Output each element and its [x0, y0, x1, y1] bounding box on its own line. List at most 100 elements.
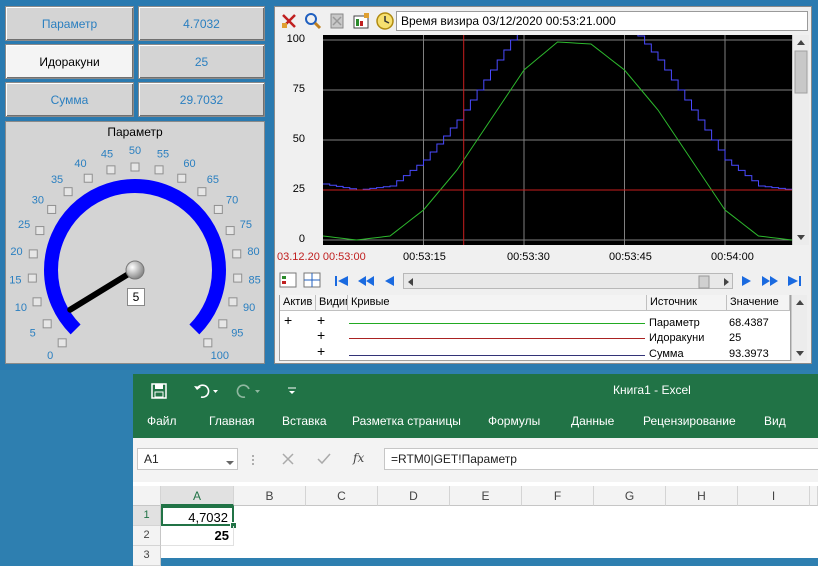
gauge-scale-label: 50 — [129, 145, 141, 157]
menu-home[interactable]: Главная — [209, 414, 255, 428]
gauge-value-display: 5 — [127, 288, 145, 306]
column-header[interactable]: A — [161, 486, 234, 506]
menu-data[interactable]: Данные — [571, 414, 614, 428]
grid-row-visible[interactable]: + — [317, 343, 325, 359]
column-header[interactable]: G — [594, 486, 666, 506]
grid-row-value: 25 — [729, 332, 742, 344]
grid-header-value[interactable]: Значение — [727, 295, 790, 311]
excel-window: Книга1 - Excel Файл Главная Вставка Разм… — [133, 374, 818, 566]
column-header[interactable]: F — [522, 486, 594, 506]
gauge-tick — [197, 187, 207, 197]
forward-icon[interactable] — [737, 273, 755, 289]
name-box-value: A1 — [144, 452, 159, 466]
chevron-down-icon[interactable] — [225, 453, 235, 465]
splitter-dots-icon[interactable] — [251, 452, 255, 466]
idora-label-cell[interactable]: Идоракуни — [5, 44, 134, 79]
gauge-scale-label: 25 — [18, 219, 30, 231]
menu-file[interactable]: Файл — [147, 414, 177, 428]
grid-toggle-icon[interactable] — [303, 271, 321, 289]
gauge-panel: Параметр 0 5 10 15 20 25 30 35 40 45 50 55 60 65 70 75 8… — [5, 121, 265, 364]
redo-icon[interactable] — [235, 382, 261, 400]
gauge-tick — [63, 187, 73, 197]
gauge-tick — [232, 249, 242, 259]
sum-label-cell[interactable]: Сумма — [5, 82, 134, 117]
cancel-icon[interactable] — [281, 451, 295, 465]
grid-row-curve-swatch — [349, 323, 645, 324]
fast-forward-icon[interactable] — [761, 273, 779, 289]
fx-icon[interactable]: fx — [353, 451, 364, 465]
column-header[interactable]: H — [666, 486, 738, 506]
cell-a1[interactable]: 4,7032 — [161, 506, 234, 526]
undo-icon[interactable] — [193, 382, 219, 400]
gauge-scale-label: 55 — [157, 148, 169, 160]
grid-row-source: Идоракуни — [649, 332, 705, 344]
ribbon-tabs: Файл Главная Вставка Разметка страницы Ф… — [133, 408, 818, 438]
x-tick-label: 00:53:30 — [507, 251, 550, 263]
menu-page-layout[interactable]: Разметка страницы — [352, 414, 461, 428]
column-header[interactable]: C — [306, 486, 378, 506]
grid-header-active[interactable]: Актив — [280, 295, 316, 311]
gauge-scale-label: 30 — [32, 194, 44, 206]
param-value-cell: 4.7032 — [138, 6, 265, 41]
idora-value-cell: 25 — [138, 44, 265, 79]
row-header[interactable]: 1 — [133, 506, 161, 526]
gauge-tick — [35, 226, 45, 236]
formula-input[interactable]: =RTM0|GET!Параметр — [384, 448, 818, 470]
y-tick-label: 100 — [286, 33, 305, 45]
grid-row-visible[interactable]: + — [317, 312, 325, 328]
name-box[interactable]: A1 — [137, 448, 238, 470]
cursor-time-label: Время визира 03/12/2020 00:53:21.000 — [396, 11, 808, 31]
last-icon[interactable] — [785, 273, 803, 289]
column-header[interactable]: I — [738, 486, 810, 506]
row-header[interactable]: 2 — [133, 526, 161, 546]
gauge-scale-label: 90 — [243, 302, 255, 314]
column-header[interactable]: B — [234, 486, 306, 506]
properties-icon[interactable] — [351, 11, 371, 31]
customize-toolbar-icon[interactable] — [286, 383, 298, 397]
gauge-tick — [225, 226, 235, 236]
menu-formulas[interactable]: Формулы — [488, 414, 540, 428]
trend-plot[interactable] — [323, 35, 792, 245]
grid-header-curves[interactable]: Кривые — [348, 295, 647, 311]
x-tick-label: 00:53:15 — [403, 251, 446, 263]
pan-icon[interactable] — [279, 11, 299, 31]
time-scrollbar[interactable] — [403, 273, 733, 289]
column-header[interactable]: D — [378, 486, 450, 506]
grid-vscrollbar[interactable] — [791, 295, 807, 361]
y-tick-label: 75 — [292, 83, 305, 95]
first-icon[interactable] — [333, 273, 351, 289]
gauge-scale-label: 5 — [30, 328, 36, 340]
grid-row-curve-swatch — [349, 355, 645, 356]
clock-icon[interactable] — [375, 11, 395, 31]
legend-toggle-icon[interactable] — [279, 271, 297, 289]
grid-header-visible[interactable]: Видим — [316, 295, 348, 311]
back-icon[interactable] — [381, 273, 399, 289]
param-label-cell[interactable]: Параметр — [5, 6, 134, 41]
zoom-icon[interactable] — [303, 11, 323, 31]
cell-a2[interactable]: 25 — [161, 526, 234, 546]
gauge-scale-label: 100 — [211, 350, 229, 362]
menu-review[interactable]: Рецензирование — [643, 414, 736, 428]
enter-check-icon[interactable] — [317, 451, 331, 465]
row-header[interactable]: 3 — [133, 546, 161, 566]
gauge-dial[interactable]: 051015202530354045 50 55606570758085909510… — [6, 122, 264, 363]
gauge-tick — [47, 204, 57, 214]
menu-view[interactable]: Вид — [764, 414, 786, 428]
grid-row-active[interactable]: + — [284, 312, 292, 328]
scada-window: Параметр 4.7032 Идоракуни 25 Сумма 29.70… — [0, 0, 818, 370]
trend-vscrollbar[interactable] — [792, 35, 809, 245]
column-header[interactable]: E — [450, 486, 522, 506]
grid-row-visible[interactable]: + — [317, 327, 325, 343]
gauge-tick — [83, 173, 93, 183]
select-all-corner[interactable] — [133, 486, 161, 506]
print-icon[interactable] — [327, 11, 347, 31]
grid-header-source[interactable]: Источник — [647, 295, 727, 311]
gauge-hub — [125, 260, 145, 280]
save-icon[interactable] — [151, 383, 167, 399]
menu-insert[interactable]: Вставка — [282, 414, 327, 428]
x-tick-label: 00:53:45 — [609, 251, 652, 263]
gauge-needle — [67, 267, 138, 313]
spreadsheet-grid: A B C D E F G H I 1 2 3 4,7032 25 — [133, 486, 818, 566]
rewind-icon[interactable] — [357, 273, 375, 289]
gauge-tick — [233, 273, 243, 283]
